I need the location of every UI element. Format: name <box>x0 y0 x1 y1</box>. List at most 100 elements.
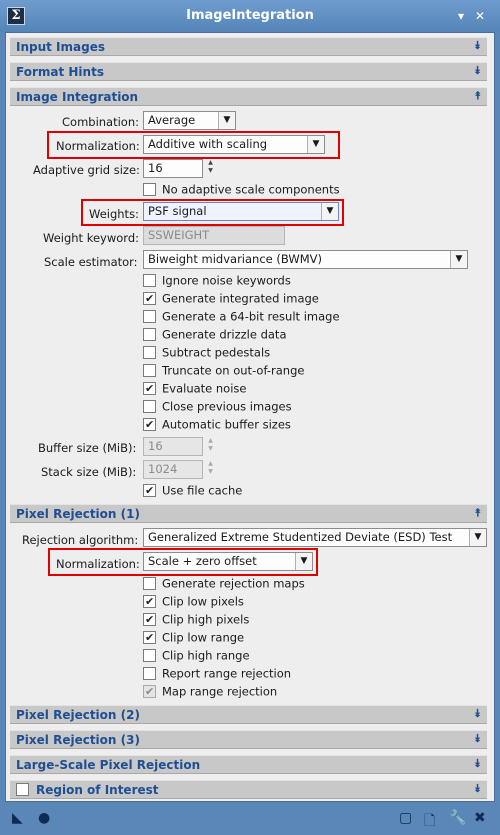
checkbox-label: Clip high pixels <box>162 612 250 627</box>
checkbox-label: Generate drizzle data <box>162 327 287 342</box>
section-title: Format Hints <box>16 65 104 79</box>
rejection-normalization-value: Scale + zero offset <box>148 554 257 568</box>
wrench-icon[interactable]: 🔧 <box>449 810 466 826</box>
use-file-cache-checkbox[interactable]: Use file cache <box>143 483 242 499</box>
checkbox-label: Clip low range <box>162 630 245 645</box>
checkbox-label: Automatic buffer sizes <box>162 417 291 432</box>
rejection-option-checkbox[interactable]: Report range rejection <box>143 666 291 682</box>
checkbox-box[interactable] <box>143 418 156 431</box>
checkbox-box[interactable] <box>143 631 156 644</box>
circle-icon[interactable]: ● <box>38 810 50 826</box>
section-pixel-rejection-3[interactable]: Pixel Rejection (3) ⯯ <box>10 730 487 749</box>
rejection-option-checkbox[interactable]: Generate rejection maps <box>143 576 305 592</box>
weight-keyword-label: Weight keyword: <box>43 231 139 245</box>
section-pixel-rejection-2[interactable]: Pixel Rejection (2) ⯯ <box>10 705 487 724</box>
expand-icon[interactable]: ⯯ <box>474 707 481 721</box>
checkbox-box[interactable] <box>143 274 156 287</box>
checkbox-box[interactable] <box>143 310 156 323</box>
roi-checkbox[interactable] <box>16 783 29 796</box>
stack-size-input[interactable]: 1024 <box>143 460 203 479</box>
checkbox-box[interactable] <box>143 667 156 680</box>
close-icon[interactable]: ✕ <box>475 9 485 23</box>
rejection-algorithm-combo[interactable]: Generalized Extreme Studentized Deviate … <box>143 528 487 547</box>
section-format-hints[interactable]: Format Hints ⯯ <box>10 62 487 81</box>
rejection-option-checkbox[interactable]: Clip high range <box>143 648 250 664</box>
spin-arrows-icon[interactable]: ▲ ▼ <box>205 159 216 178</box>
rejection-algorithm-value: Generalized Extreme Studentized Deviate … <box>148 530 453 544</box>
rejection-option-checkbox[interactable]: Clip high pixels <box>143 612 249 628</box>
section-large-scale-rejection[interactable]: Large-Scale Pixel Rejection ⯯ <box>10 755 487 774</box>
section-pixel-rejection-1[interactable]: Pixel Rejection (1) ⯭ <box>10 504 487 523</box>
weights-combo[interactable]: PSF signal ▼ <box>143 202 339 221</box>
expand-icon[interactable]: ⯯ <box>474 757 481 771</box>
integration-option-checkbox[interactable]: Subtract pedestals <box>143 345 270 361</box>
no-adaptive-checkbox[interactable]: No adaptive scale components <box>143 182 340 198</box>
checkbox-box[interactable] <box>143 346 156 359</box>
checkbox-box[interactable] <box>143 577 156 590</box>
rejection-normalization-combo[interactable]: Scale + zero offset ▼ <box>143 552 313 571</box>
integration-option-checkbox[interactable]: Evaluate noise <box>143 381 246 397</box>
checkbox-box[interactable] <box>143 183 156 196</box>
integration-option-checkbox[interactable]: Close previous images <box>143 399 292 415</box>
chevron-down-icon: ▼ <box>218 112 235 129</box>
checkbox-box[interactable] <box>143 595 156 608</box>
expand-icon[interactable]: ⯯ <box>474 782 481 796</box>
chevron-down-icon: ▼ <box>295 553 312 570</box>
integration-option-checkbox[interactable]: Automatic buffer sizes <box>143 417 291 433</box>
checkbox-box[interactable] <box>143 364 156 377</box>
scale-estimator-value: Biweight midvariance (BWMV) <box>148 252 322 266</box>
section-input-images[interactable]: Input Images ⯯ <box>10 37 487 56</box>
combination-label: Combination: <box>62 115 140 129</box>
spin-arrows-icon[interactable]: ▲ ▼ <box>205 460 216 479</box>
checkbox-label: Subtract pedestals <box>162 345 271 360</box>
combination-combo[interactable]: Average ▼ <box>143 111 236 130</box>
buffer-size-input[interactable]: 16 <box>143 437 203 456</box>
scale-estimator-combo[interactable]: Biweight midvariance (BWMV) ▼ <box>143 250 468 269</box>
stack-size-label: Stack size (MiB): <box>41 465 137 479</box>
expand-icon[interactable]: ⯯ <box>474 64 481 78</box>
checkbox-box[interactable] <box>143 292 156 305</box>
section-image-integration[interactable]: Image Integration ⯭ <box>10 87 487 106</box>
reset-icon[interactable]: ✖ <box>474 810 486 826</box>
integration-option-checkbox[interactable]: Ignore noise keywords <box>143 273 291 289</box>
expand-icon[interactable]: ⯯ <box>474 732 481 746</box>
rejection-option-checkbox[interactable]: Map range rejection <box>143 684 277 700</box>
scale-estimator-label: Scale estimator: <box>44 255 138 269</box>
checkbox-label: Ignore noise keywords <box>162 273 291 288</box>
integration-option-checkbox[interactable]: Truncate on out-of-range <box>143 363 304 379</box>
grid-size-input[interactable]: 16 <box>143 159 203 178</box>
section-title: Pixel Rejection (1) <box>16 507 140 521</box>
checkbox-box[interactable] <box>143 400 156 413</box>
checkbox-box[interactable] <box>143 649 156 662</box>
checkbox-box[interactable] <box>143 382 156 395</box>
normalization-combo[interactable]: Additive with scaling ▼ <box>143 135 325 154</box>
checkbox-label: Truncate on out-of-range <box>162 363 305 378</box>
section-title: Image Integration <box>16 90 139 104</box>
section-region-of-interest[interactable]: Region of Interest ⯯ <box>10 780 487 799</box>
rejection-option-checkbox[interactable]: Clip low range <box>143 630 244 646</box>
checkbox-label: Generate rejection maps <box>162 576 305 591</box>
spin-arrows-icon[interactable]: ▲ ▼ <box>205 437 216 456</box>
checkbox-box[interactable] <box>143 484 156 497</box>
document-icon[interactable]: 🗋 <box>424 810 435 834</box>
rejection-option-checkbox[interactable]: Clip low pixels <box>143 594 244 610</box>
expand-icon[interactable]: ⯯ <box>474 39 481 53</box>
collapse-icon[interactable]: ⯭ <box>474 506 481 520</box>
checkbox-label: Evaluate noise <box>162 381 247 396</box>
checkbox-label: Report range rejection <box>162 666 292 681</box>
checkbox-box[interactable] <box>143 328 156 341</box>
normalization-value: Additive with scaling <box>148 137 268 151</box>
checkbox-label: Generate a 64-bit result image <box>162 309 340 324</box>
integration-option-checkbox[interactable]: Generate a 64-bit result image <box>143 309 340 325</box>
integration-option-checkbox[interactable]: Generate integrated image <box>143 291 319 307</box>
square-icon[interactable]: ▢ <box>399 810 412 826</box>
section-title: Pixel Rejection (3) <box>16 733 140 747</box>
checkbox-box[interactable] <box>143 613 156 626</box>
checkbox-box[interactable] <box>143 685 156 698</box>
pin-icon[interactable]: ▾ <box>458 9 464 23</box>
triangle-icon[interactable]: ◣ <box>12 810 23 826</box>
collapse-icon[interactable]: ⯭ <box>474 89 481 103</box>
weight-keyword-field[interactable]: SSWEIGHT <box>143 226 285 245</box>
integration-option-checkbox[interactable]: Generate drizzle data <box>143 327 287 343</box>
section-title: Pixel Rejection (2) <box>16 708 140 722</box>
